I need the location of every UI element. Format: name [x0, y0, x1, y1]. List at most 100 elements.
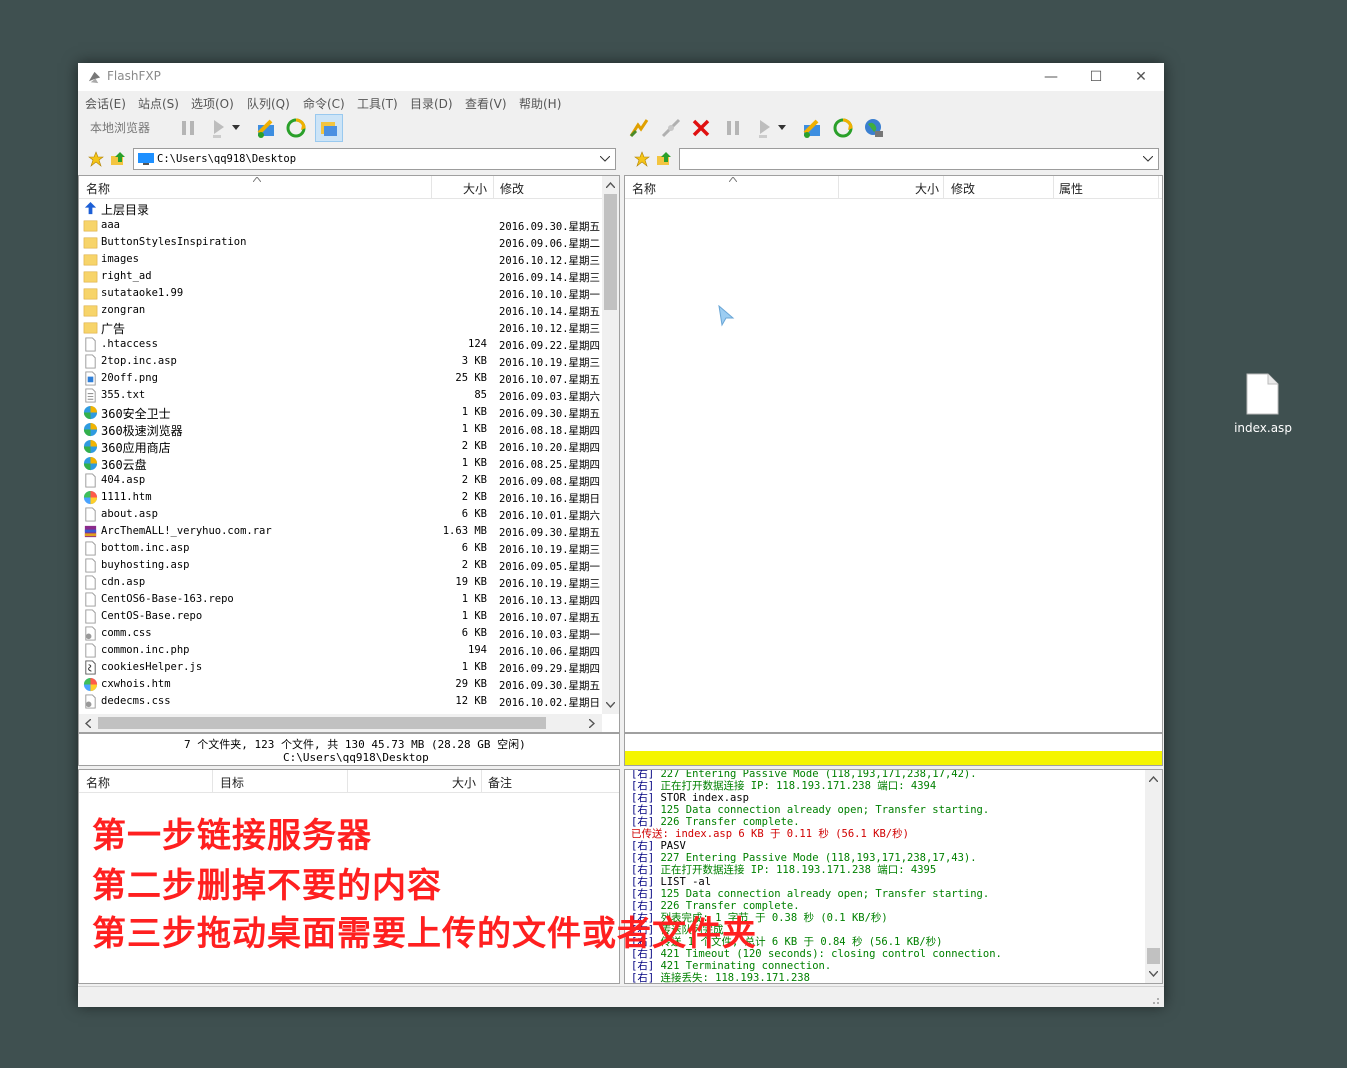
- globe-icon[interactable]: [861, 115, 887, 141]
- file-row[interactable]: 404.asp 2 KB 2016.09.08.星期四: [79, 472, 600, 489]
- menu-commands[interactable]: 命令(C): [303, 95, 345, 112]
- connect-icon[interactable]: [626, 115, 652, 141]
- desktop-file-label[interactable]: index.asp: [1225, 421, 1301, 435]
- scroll-down-icon[interactable]: [606, 702, 615, 708]
- menu-queue[interactable]: 队列(Q): [247, 95, 290, 112]
- log-vertical-scrollbar[interactable]: [1145, 770, 1162, 983]
- queue-col-size[interactable]: 大小: [452, 774, 476, 791]
- transfer-progress-bar: [625, 751, 1162, 765]
- remote-path-combobox[interactable]: [679, 148, 1159, 170]
- file-row[interactable]: cxwhois.htm 29 KB 2016.09.30.星期五: [79, 676, 600, 693]
- local-horizontal-scrollbar[interactable]: [79, 714, 602, 732]
- remote-transfer-icon[interactable]: [752, 115, 778, 141]
- transfer-play-icon[interactable]: [206, 115, 232, 141]
- desktop-file-icon[interactable]: [1246, 373, 1279, 415]
- file-row[interactable]: bottom.inc.asp 6 KB 2016.10.19.星期三: [79, 540, 600, 557]
- refresh-icon[interactable]: [283, 115, 309, 141]
- remote-file-list[interactable]: 名称 大小 修改 属性: [624, 175, 1163, 733]
- file-row[interactable]: .htaccess 124 2016.09.22.星期四: [79, 336, 600, 353]
- local-vertical-scrollbar[interactable]: [602, 176, 619, 714]
- pause-icon[interactable]: [175, 115, 201, 141]
- remote-path-dropdown-icon[interactable]: [1143, 156, 1153, 162]
- queue-col-target[interactable]: 目标: [220, 774, 244, 791]
- log-scroll-up-icon[interactable]: [1149, 776, 1158, 782]
- refresh-folder-icon[interactable]: [253, 115, 279, 141]
- scroll-up-icon[interactable]: [606, 182, 615, 188]
- remote-chevron-down-icon[interactable]: [776, 115, 788, 141]
- file-row[interactable]: 20off.png 25 KB 2016.10.07.星期五: [79, 370, 600, 387]
- file-size: 85: [474, 389, 487, 401]
- menu-tools[interactable]: 工具(T): [357, 95, 398, 112]
- file-row[interactable]: cdn.asp 19 KB 2016.10.19.星期三: [79, 574, 600, 591]
- local-file-header: 名称 大小 修改: [79, 176, 619, 199]
- remote-col-name[interactable]: 名称: [632, 180, 656, 197]
- log-scroll-down-icon[interactable]: [1149, 971, 1158, 977]
- annotation-step-1: 第一步链接服务器: [92, 816, 372, 856]
- queue-col-name[interactable]: 名称: [86, 774, 110, 791]
- file-row[interactable]: CentOS-Base.repo 1 KB 2016.10.07.星期五: [79, 608, 600, 625]
- queue-col-note[interactable]: 备注: [488, 774, 512, 791]
- file-row[interactable]: 广告 2016.10.12.星期三: [79, 319, 600, 336]
- local-browser-button[interactable]: 本地浏览器: [90, 119, 150, 136]
- file-row[interactable]: aaa 2016.09.30.星期五: [79, 217, 600, 234]
- file-row[interactable]: cookiesHelper.js 1 KB 2016.09.29.星期四: [79, 659, 600, 676]
- file-row[interactable]: 360安全卫士 1 KB 2016.09.30.星期五: [79, 404, 600, 421]
- menu-options[interactable]: 选项(O): [191, 95, 234, 112]
- file-row[interactable]: common.inc.php 194 2016.10.06.星期四: [79, 642, 600, 659]
- close-window-button[interactable]: ✕: [1118, 63, 1164, 91]
- menu-directory[interactable]: 目录(D): [410, 95, 453, 112]
- file-row[interactable]: 360极速浏览器 1 KB 2016.08.18.星期四: [79, 421, 600, 438]
- file-row[interactable]: right_ad 2016.09.14.星期三: [79, 268, 600, 285]
- minimize-button[interactable]: —: [1028, 63, 1074, 91]
- maximize-button[interactable]: ☐: [1073, 63, 1119, 91]
- file-row[interactable]: buyhosting.asp 2 KB 2016.09.05.星期一: [79, 557, 600, 574]
- remote-parent-folder-icon[interactable]: [651, 146, 677, 172]
- remote-col-modified[interactable]: 修改: [951, 180, 975, 197]
- file-row[interactable]: about.asp 6 KB 2016.10.01.星期六: [79, 506, 600, 523]
- menu-view[interactable]: 查看(V): [465, 95, 507, 112]
- remote-pause-icon[interactable]: [720, 115, 746, 141]
- menu-session[interactable]: 会话(E): [85, 95, 126, 112]
- remote-col-size[interactable]: 大小: [915, 180, 939, 197]
- scroll-right-icon[interactable]: [589, 719, 595, 728]
- resize-grip-icon[interactable]: [1150, 995, 1160, 1005]
- parent-directory-row[interactable]: 上层目录: [79, 200, 599, 217]
- local-path-combobox[interactable]: C:\Users\qq918\Desktop: [133, 148, 616, 170]
- local-file-list[interactable]: 名称 大小 修改 上层目录 aaa 2016.09.30.星期五 ButtonSty…: [78, 175, 620, 733]
- path-dropdown-icon[interactable]: [600, 156, 610, 162]
- local-scroll-thumb[interactable]: [604, 194, 617, 310]
- file-row[interactable]: ButtonStylesInspiration 2016.09.06.星期二: [79, 234, 600, 251]
- local-hscroll-thumb[interactable]: [98, 717, 546, 729]
- file-row[interactable]: comm.css 6 KB 2016.10.03.星期一: [79, 625, 600, 642]
- local-status-bar: 7 个文件夹, 123 个文件, 共 130 45.73 MB (28.28 G…: [78, 733, 620, 766]
- file-row[interactable]: dedecms.css 12 KB 2016.10.02.星期日: [79, 693, 600, 710]
- file-row[interactable]: 1111.htm 2 KB 2016.10.16.星期日: [79, 489, 600, 506]
- menu-help[interactable]: 帮助(H): [519, 95, 561, 112]
- col-size[interactable]: 大小: [463, 180, 487, 197]
- menu-sites[interactable]: 站点(S): [138, 95, 179, 112]
- scroll-left-icon[interactable]: [85, 719, 91, 728]
- disconnect-icon[interactable]: [658, 115, 684, 141]
- parent-folder-icon[interactable]: [105, 146, 131, 172]
- file-row[interactable]: 360云盘 1 KB 2016.08.25.星期四: [79, 455, 600, 472]
- file-row[interactable]: images 2016.10.12.星期三: [79, 251, 600, 268]
- file-row[interactable]: 360应用商店 2 KB 2016.10.20.星期四: [79, 438, 600, 455]
- file-row[interactable]: sutataoke1.99 2016.10.10.星期一: [79, 285, 600, 302]
- log-scroll-thumb[interactable]: [1147, 948, 1160, 964]
- local-browser-toggle-icon[interactable]: [315, 114, 343, 142]
- title-bar[interactable]: FlashFXP — ☐ ✕: [78, 63, 1164, 91]
- abort-icon[interactable]: [688, 115, 714, 141]
- remote-col-attr[interactable]: 属性: [1059, 180, 1083, 197]
- remote-refresh-icon[interactable]: [830, 115, 856, 141]
- file-row[interactable]: ArcThemALL!_veryhuo.com.rar 1.63 MB 2016.0…: [79, 523, 600, 540]
- file-row[interactable]: zongran 2016.10.14.星期五: [79, 302, 600, 319]
- col-modified[interactable]: 修改: [500, 180, 524, 197]
- remote-refresh-folder-icon[interactable]: [799, 115, 825, 141]
- chevron-down-icon[interactable]: [230, 115, 242, 141]
- file-row[interactable]: 355.txt 85 2016.09.03.星期六: [79, 387, 600, 404]
- file-icon: [85, 609, 96, 624]
- app-shortcut-icon: [83, 439, 98, 454]
- col-name[interactable]: 名称: [86, 180, 110, 197]
- file-row[interactable]: CentOS6-Base-163.repo 1 KB 2016.10.13.星期四: [79, 591, 600, 608]
- file-row[interactable]: 2top.inc.asp 3 KB 2016.10.19.星期三: [79, 353, 600, 370]
